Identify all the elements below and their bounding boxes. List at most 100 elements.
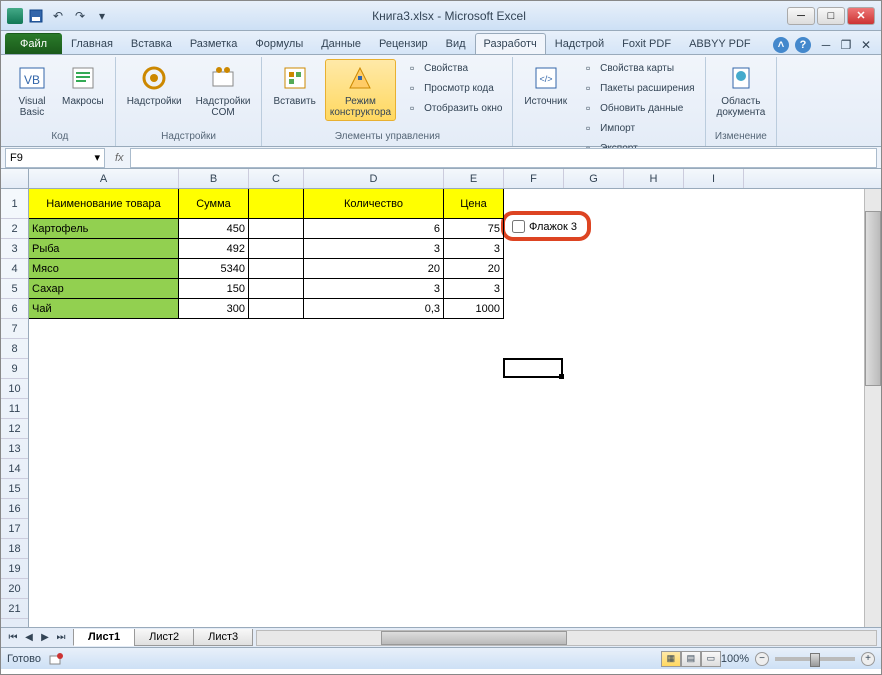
- tab-вставка[interactable]: Вставка: [122, 33, 181, 54]
- column-header-C[interactable]: C: [249, 169, 304, 188]
- tab-данные[interactable]: Данные: [312, 33, 370, 54]
- sheet-nav-first-icon[interactable]: ⏮: [5, 630, 21, 646]
- cell-B6[interactable]: 300: [179, 299, 249, 319]
- save-icon[interactable]: [27, 7, 45, 25]
- cell-A5[interactable]: Сахар: [29, 279, 179, 299]
- cell-B3[interactable]: 492: [179, 239, 249, 259]
- tab-рецензир[interactable]: Рецензир: [370, 33, 437, 54]
- zoom-out-button[interactable]: −: [755, 652, 769, 666]
- macro-record-icon[interactable]: [49, 652, 63, 666]
- cell-E1[interactable]: Цена: [444, 189, 504, 219]
- checkbox-input[interactable]: [512, 220, 525, 233]
- row-header-8[interactable]: 8: [1, 339, 28, 359]
- ribbon-button-props[interactable]: ▫Свойства: [400, 59, 506, 77]
- minimize-button[interactable]: ─: [787, 7, 815, 25]
- cell-A1[interactable]: Наименование товара: [29, 189, 179, 219]
- sheet-nav-next-icon[interactable]: ▶: [37, 630, 53, 646]
- formula-input[interactable]: [130, 148, 877, 168]
- horizontal-scrollbar[interactable]: [256, 630, 877, 646]
- ribbon-button-design[interactable]: Режим конструктора: [325, 59, 396, 121]
- row-header-18[interactable]: 18: [1, 539, 28, 559]
- ribbon-button-mapprops[interactable]: ▫Свойства карты: [576, 59, 698, 77]
- sheet-tab-Лист3[interactable]: Лист3: [193, 629, 253, 646]
- row-header-7[interactable]: 7: [1, 319, 28, 339]
- zoom-in-button[interactable]: +: [861, 652, 875, 666]
- vscroll-thumb[interactable]: [865, 211, 881, 386]
- cell-B4[interactable]: 5340: [179, 259, 249, 279]
- row-header-3[interactable]: 3: [1, 239, 28, 259]
- cell-D4[interactable]: 20: [304, 259, 444, 279]
- ribbon-button-refresh[interactable]: ▫Обновить данные: [576, 99, 698, 117]
- doc-minimize-icon[interactable]: ─: [817, 36, 835, 54]
- row-header-4[interactable]: 4: [1, 259, 28, 279]
- ribbon-minimize-icon[interactable]: ˄: [773, 37, 789, 53]
- ribbon-button-addins[interactable]: Надстройки: [122, 59, 187, 110]
- ribbon-button-import[interactable]: ▫Импорт: [576, 119, 698, 137]
- tab-разметка[interactable]: Разметка: [181, 33, 247, 54]
- hscroll-thumb[interactable]: [381, 631, 567, 645]
- row-header-12[interactable]: 12: [1, 419, 28, 439]
- ribbon-button-expansion[interactable]: ▫Пакеты расширения: [576, 79, 698, 97]
- ribbon-button-vb[interactable]: VBVisual Basic: [11, 59, 53, 121]
- qat-dropdown-icon[interactable]: ▾: [93, 7, 111, 25]
- cell-E3[interactable]: 3: [444, 239, 504, 259]
- redo-icon[interactable]: ↷: [71, 7, 89, 25]
- doc-close-icon[interactable]: ✕: [857, 36, 875, 54]
- tab-формулы[interactable]: Формулы: [246, 33, 312, 54]
- column-header-H[interactable]: H: [624, 169, 684, 188]
- ribbon-button-rundialog[interactable]: ▫Отобразить окно: [400, 99, 506, 117]
- row-header-2[interactable]: 2: [1, 219, 28, 239]
- cell-C3[interactable]: [249, 239, 304, 259]
- row-header-5[interactable]: 5: [1, 279, 28, 299]
- column-header-F[interactable]: F: [504, 169, 564, 188]
- cell-E4[interactable]: 20: [444, 259, 504, 279]
- tab-file[interactable]: Файл: [5, 33, 62, 54]
- column-header-D[interactable]: D: [304, 169, 444, 188]
- sheet-tab-Лист1[interactable]: Лист1: [73, 629, 135, 646]
- cell-A4[interactable]: Мясо: [29, 259, 179, 279]
- row-header-1[interactable]: 1: [1, 189, 28, 219]
- cell-C4[interactable]: [249, 259, 304, 279]
- cell-C5[interactable]: [249, 279, 304, 299]
- ribbon-button-macros[interactable]: Макросы: [57, 59, 109, 110]
- doc-restore-icon[interactable]: ❐: [837, 36, 855, 54]
- cell-D3[interactable]: 3: [304, 239, 444, 259]
- row-header-15[interactable]: 15: [1, 479, 28, 499]
- cell-B5[interactable]: 150: [179, 279, 249, 299]
- column-header-B[interactable]: B: [179, 169, 249, 188]
- row-header-21[interactable]: 21: [1, 599, 28, 619]
- cell-B1[interactable]: Сумма: [179, 189, 249, 219]
- view-pagebreak-icon[interactable]: ▭: [701, 651, 721, 667]
- cell-A6[interactable]: Чай: [29, 299, 179, 319]
- cells-area[interactable]: Флажок 3 Наименование товараСуммаКоличес…: [29, 189, 881, 627]
- maximize-button[interactable]: □: [817, 7, 845, 25]
- cell-C6[interactable]: [249, 299, 304, 319]
- column-header-A[interactable]: A: [29, 169, 179, 188]
- cell-D5[interactable]: 3: [304, 279, 444, 299]
- row-header-14[interactable]: 14: [1, 459, 28, 479]
- row-header-10[interactable]: 10: [1, 379, 28, 399]
- tab-abbyy pdf[interactable]: ABBYY PDF: [680, 33, 760, 54]
- ribbon-button-docpanel[interactable]: Область документа: [712, 59, 771, 121]
- row-header-17[interactable]: 17: [1, 519, 28, 539]
- sheet-nav-prev-icon[interactable]: ◀: [21, 630, 37, 646]
- cell-A2[interactable]: Картофель: [29, 219, 179, 239]
- tab-foxit pdf[interactable]: Foxit PDF: [613, 33, 680, 54]
- cell-E2[interactable]: 75: [444, 219, 504, 239]
- cell-E6[interactable]: 1000: [444, 299, 504, 319]
- row-header-19[interactable]: 19: [1, 559, 28, 579]
- vertical-scrollbar[interactable]: [864, 189, 881, 627]
- cell-D1[interactable]: Количество: [304, 189, 444, 219]
- tab-вид[interactable]: Вид: [437, 33, 475, 54]
- row-header-20[interactable]: 20: [1, 579, 28, 599]
- row-header-9[interactable]: 9: [1, 359, 28, 379]
- row-header-13[interactable]: 13: [1, 439, 28, 459]
- sheet-nav-last-icon[interactable]: ⏭: [53, 630, 69, 646]
- row-header-16[interactable]: 16: [1, 499, 28, 519]
- row-header-6[interactable]: 6: [1, 299, 28, 319]
- zoom-slider[interactable]: [775, 657, 855, 661]
- column-header-G[interactable]: G: [564, 169, 624, 188]
- cell-D2[interactable]: 6: [304, 219, 444, 239]
- name-box-dropdown-icon[interactable]: ▾: [94, 151, 100, 164]
- ribbon-button-viewcode[interactable]: ▫Просмотр кода: [400, 79, 506, 97]
